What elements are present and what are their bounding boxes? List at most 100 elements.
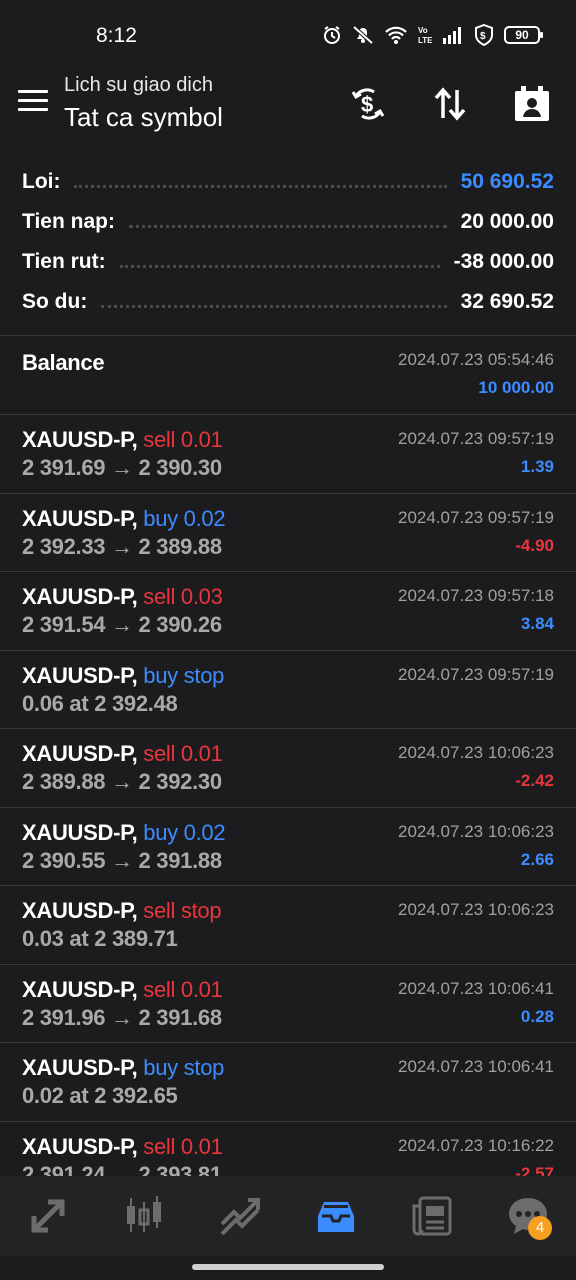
svg-text:Vo: Vo [418, 26, 428, 35]
trade-prices: 0.06 at 2 392.48 [22, 690, 178, 716]
svg-text:$: $ [480, 31, 486, 42]
trade-time: 2024.07.23 09:57:19 [398, 507, 554, 527]
trade-row[interactable]: XAUUSD-P, sell 0.03 2 391.54 → 2 390.26 20… [0, 572, 576, 651]
trade-side: sell stop [143, 898, 222, 923]
summary-value: 32 690.52 [460, 290, 554, 313]
trade-icon[interactable] [210, 1186, 270, 1246]
trade-prices: 0.03 at 2 389.71 [22, 926, 178, 951]
mute-icon [352, 25, 374, 45]
trade-profit: -2.42 [515, 771, 554, 790]
dot-leader [101, 304, 447, 308]
trade-profit: 1.39 [520, 457, 554, 476]
summary-withdrawal-row: Tien rut: -38 000.00 [0, 242, 576, 282]
balance-label: Balance [22, 350, 105, 375]
trade-row[interactable]: XAUUSD-P, sell 0.01 2 391.24 → 2 393.81 20… [0, 1122, 576, 1177]
trade-symbol: XAUUSD-P, [22, 741, 138, 766]
gesture-area [0, 1256, 576, 1280]
trade-row[interactable]: XAUUSD-P, sell stop 0.03 at 2 389.71 2024.… [0, 886, 576, 965]
summary-value: 20 000.00 [460, 210, 554, 233]
trade-prices: 2 391.24 → 2 393.81 [22, 1161, 222, 1177]
trade-profit: 2.66 [520, 849, 554, 869]
trade-symbol-line: XAUUSD-P, buy 0.02 [22, 819, 226, 846]
trade-prices: 2 392.33 → 2 389.88 [22, 533, 222, 559]
trade-prices: 2 390.55 → 2 391.88 [22, 847, 222, 873]
trade-profit: 0.28 [520, 1006, 554, 1026]
trade-side: buy stop [143, 1055, 225, 1080]
trade-symbol: XAUUSD-P, [22, 662, 138, 688]
summary-panel: Loi: 50 690.52 Tien nap: 20 000.00 Tien … [0, 162, 576, 322]
shield-dollar-icon: $ [475, 24, 493, 46]
news-icon[interactable] [402, 1186, 462, 1246]
trade-symbol: XAUUSD-P, [22, 819, 138, 845]
trade-symbol: XAUUSD-P, [22, 427, 138, 452]
trade-side: sell 0.01 [143, 427, 223, 452]
page-subtitle: Lich su giao dich [64, 74, 213, 96]
trade-time: 2024.07.23 09:57:19 [398, 429, 554, 448]
trade-side: sell 0.03 [143, 584, 223, 609]
trade-row[interactable]: XAUUSD-P, sell 0.01 2 391.69 → 2 390.30 20… [0, 415, 576, 494]
status-icons: Vo LTE $ 90 [322, 24, 543, 46]
trade-symbol-line: XAUUSD-P, sell 0.01 [22, 427, 223, 453]
battery-icon: 90 [504, 26, 543, 44]
dot-leader [119, 264, 440, 268]
status-time: 8:12 [96, 24, 137, 47]
balance-time: 2024.07.23 05:54:46 [398, 350, 554, 369]
history-icon[interactable] [306, 1186, 366, 1246]
trade-prices: 2 391.69 → 2 390.30 [22, 455, 222, 480]
calendar-icon[interactable] [510, 82, 554, 126]
top-bar: Lich su giao dich Tat ca symbol $ [0, 64, 576, 144]
summary-value: -38 000.00 [453, 250, 554, 273]
trade-time: 2024.07.23 10:06:41 [398, 1057, 554, 1076]
trade-time: 2024.07.23 09:57:18 [398, 586, 554, 605]
trade-side: sell 0.01 [143, 1133, 223, 1159]
sort-icon[interactable] [428, 82, 472, 126]
history-list[interactable]: Balance 2024.07.23 05:54:46 10 000.00 XA… [0, 336, 576, 1176]
balance-row[interactable]: Balance 2024.07.23 05:54:46 10 000.00 [0, 336, 576, 415]
trade-row[interactable]: XAUUSD-P, sell 0.01 2 391.96 → 2 391.68 20… [0, 965, 576, 1043]
currency-exchange-icon[interactable]: $ [346, 82, 390, 126]
trade-side: buy 0.02 [143, 819, 226, 845]
trade-row[interactable]: XAUUSD-P, buy 0.02 2 390.55 → 2 391.88 202… [0, 808, 576, 886]
trade-symbol-line: XAUUSD-P, buy 0.02 [22, 506, 226, 532]
status-bar: 8:12 Vo LTE $ 90 [0, 0, 576, 64]
trade-profit: -2.57 [515, 1163, 554, 1177]
trade-row[interactable]: XAUUSD-P, buy stop 0.06 at 2 392.48 2024.0… [0, 651, 576, 729]
volte-icon: VoLTE [418, 26, 432, 45]
summary-balance-row: So du: 32 690.52 [0, 282, 576, 322]
balance-amount: 10 000.00 [478, 378, 554, 397]
trade-symbol-line: XAUUSD-P, sell 0.01 [22, 741, 223, 767]
alarm-icon [324, 26, 340, 44]
signal-icon [443, 27, 461, 44]
chat-badge: 4 [528, 1216, 552, 1240]
trade-symbol-line: XAUUSD-P, sell 0.03 [22, 584, 223, 610]
menu-icon[interactable] [18, 90, 48, 114]
wifi-icon [385, 26, 407, 44]
chart-icon[interactable] [114, 1186, 174, 1246]
trade-symbol-line: XAUUSD-P, sell 0.01 [22, 1134, 223, 1160]
summary-label: Tien rut: [22, 250, 106, 273]
dot-leader [128, 224, 447, 228]
dot-leader [74, 184, 447, 188]
trade-symbol-line: XAUUSD-P, buy stop [22, 1055, 224, 1081]
trade-time: 2024.07.23 10:06:41 [398, 978, 554, 998]
trade-symbol: XAUUSD-P, [22, 898, 138, 923]
trade-time: 2024.07.23 10:06:23 [398, 821, 554, 841]
trade-side: buy stop [143, 662, 225, 688]
summary-label: Tien nap: [22, 210, 115, 233]
chat-icon[interactable]: 4 [498, 1186, 558, 1246]
svg-text:LTE: LTE [418, 36, 432, 45]
trade-symbol: XAUUSD-P, [22, 584, 138, 609]
trade-time: 2024.07.23 10:06:23 [398, 743, 554, 762]
trade-row[interactable]: XAUUSD-P, buy stop 0.02 at 2 392.65 2024.0… [0, 1043, 576, 1122]
summary-label: Loi: [22, 170, 61, 193]
summary-deposit-row: Tien nap: 20 000.00 [0, 202, 576, 242]
page-title[interactable]: Tat ca symbol [64, 102, 223, 133]
gesture-bar[interactable] [192, 1264, 384, 1270]
trade-row[interactable]: XAUUSD-P, buy 0.02 2 392.33 → 2 389.88 202… [0, 494, 576, 572]
quotes-icon[interactable] [18, 1186, 78, 1246]
trade-prices: 0.02 at 2 392.65 [22, 1083, 178, 1108]
trade-prices: 2 391.54 → 2 390.26 [22, 612, 222, 637]
trade-side: sell 0.01 [143, 741, 223, 766]
trade-row[interactable]: XAUUSD-P, sell 0.01 2 389.88 → 2 392.30 20… [0, 729, 576, 808]
bottom-nav: 4 [0, 1176, 576, 1256]
